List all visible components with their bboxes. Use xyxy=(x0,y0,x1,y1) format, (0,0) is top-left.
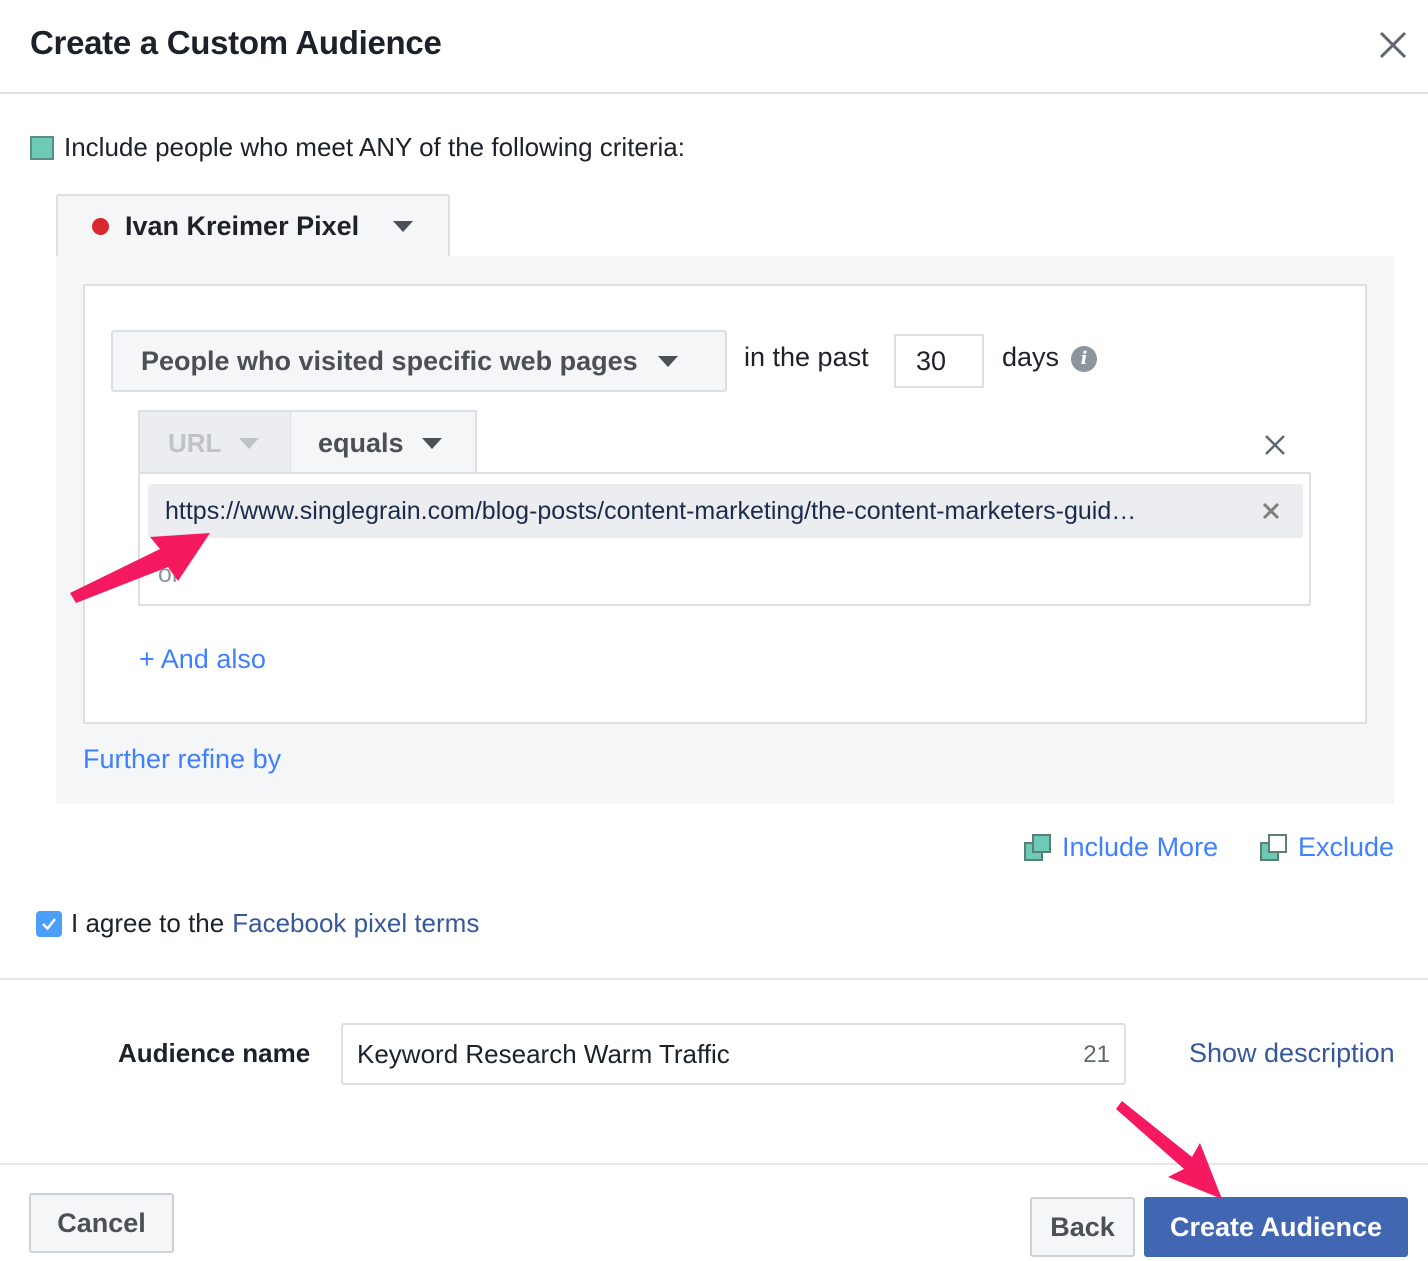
terms-agreement: I agree to the Facebook pixel terms xyxy=(36,908,479,939)
include-more-label: Include More xyxy=(1062,832,1219,862)
include-swatch-icon xyxy=(30,135,54,160)
info-icon[interactable]: i xyxy=(1071,346,1097,372)
caret-down-icon xyxy=(421,437,442,449)
url-field-label: URL xyxy=(168,427,222,458)
checkmark-icon xyxy=(42,917,56,930)
in-the-past-label: in the past xyxy=(744,342,869,372)
url-token: https://www.singlegrain.com/blog-posts/c… xyxy=(148,484,1303,538)
include-more-icon xyxy=(1024,833,1051,861)
criteria-heading: Include people who meet ANY of the follo… xyxy=(30,132,685,163)
annotation-arrow-icon xyxy=(1116,1101,1222,1199)
retention-days-input[interactable] xyxy=(894,334,984,388)
dialog-title: Create a Custom Audience xyxy=(30,24,442,61)
pixel-terms-link[interactable]: Facebook pixel terms xyxy=(232,908,479,939)
url-field-dropdown: URL xyxy=(138,410,292,474)
audience-name-label: Audience name xyxy=(118,1038,311,1068)
pixel-status-icon xyxy=(92,217,109,235)
dialog-header: Create a Custom Audience xyxy=(0,0,1428,94)
caret-down-icon xyxy=(657,355,678,367)
days-label: days xyxy=(1002,342,1060,372)
rule-type-label: People who visited specific web pages xyxy=(141,345,638,376)
or-placeholder: or xyxy=(158,560,181,588)
audience-name-input[interactable] xyxy=(357,1025,1057,1083)
remove-rule-icon[interactable] xyxy=(1263,433,1287,457)
include-more-button[interactable]: Include More xyxy=(1024,832,1218,863)
exclude-label: Exclude xyxy=(1298,832,1395,862)
pixel-selector[interactable]: Ivan Kreimer Pixel xyxy=(56,194,450,256)
operator-label: equals xyxy=(318,427,404,458)
operator-dropdown[interactable]: equals xyxy=(290,410,477,474)
and-also-link[interactable]: + And also xyxy=(139,644,266,675)
terms-prefix: I agree to the xyxy=(71,908,225,938)
pixel-name: Ivan Kreimer Pixel xyxy=(125,210,360,241)
exclude-button[interactable]: Exclude xyxy=(1260,832,1394,863)
char-count: 21 xyxy=(1083,1041,1110,1068)
close-icon xyxy=(1262,502,1280,520)
divider xyxy=(0,1163,1428,1165)
audience-name-field[interactable]: 21 xyxy=(341,1023,1126,1085)
close-icon[interactable] xyxy=(1376,28,1410,62)
show-description-link[interactable]: Show description xyxy=(1189,1038,1395,1069)
further-refine-link[interactable]: Further refine by xyxy=(83,744,281,775)
caret-down-icon xyxy=(393,220,414,232)
back-button[interactable]: Back xyxy=(1030,1197,1135,1257)
cancel-button[interactable]: Cancel xyxy=(29,1193,174,1253)
caret-down-icon xyxy=(239,437,260,449)
terms-checkbox[interactable] xyxy=(36,910,62,937)
divider xyxy=(0,978,1428,980)
exclude-icon xyxy=(1260,833,1287,861)
remove-url-button[interactable] xyxy=(1251,491,1291,531)
create-audience-button[interactable]: Create Audience xyxy=(1144,1197,1408,1257)
url-token-text: https://www.singlegrain.com/blog-posts/c… xyxy=(165,496,1137,525)
rule-type-dropdown[interactable]: People who visited specific web pages xyxy=(111,330,727,392)
criteria-label: Include people who meet ANY of the follo… xyxy=(64,132,685,162)
